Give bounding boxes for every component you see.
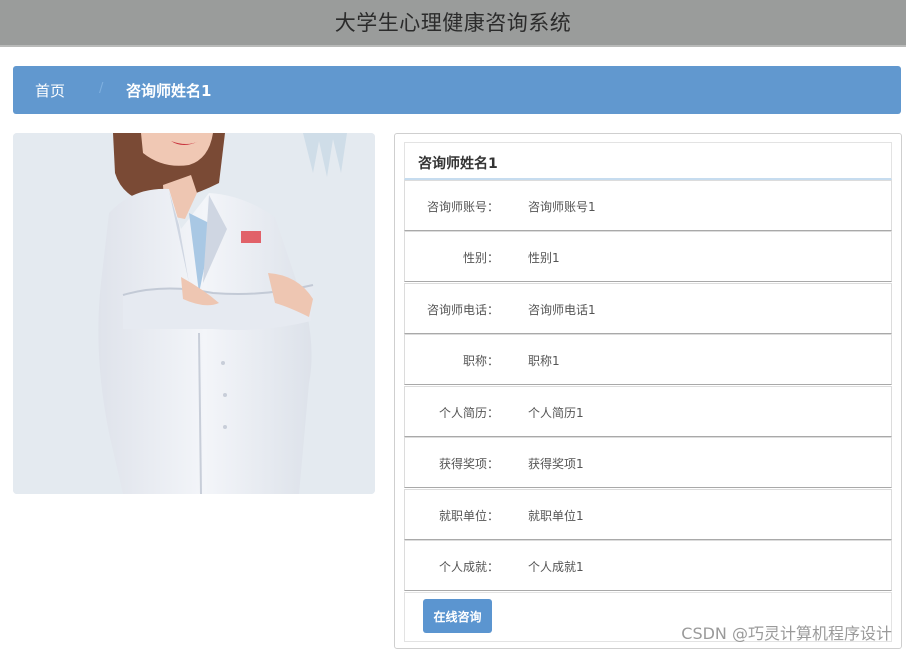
field-label: 获得奖项： bbox=[438, 457, 499, 471]
top-header: 大学生心理健康咨询系统 bbox=[0, 0, 906, 47]
watermark: CSDN @巧灵计算机程序设计 bbox=[681, 624, 892, 643]
counselor-photo bbox=[13, 133, 375, 494]
field-row-phone: 咨询师电话： 咨询师电话1 bbox=[404, 283, 892, 334]
field-row-gender: 性别： 性别1 bbox=[404, 231, 892, 282]
field-value: 个人简历1 bbox=[528, 406, 584, 420]
counselor-detail-panel: 咨询师姓名1 咨询师账号： 咨询师账号1 性别： 性别1 咨询师电话： 咨询师电… bbox=[394, 133, 902, 649]
field-value: 个人成就1 bbox=[528, 560, 584, 574]
field-row-awards: 获得奖项： 获得奖项1 bbox=[404, 437, 892, 488]
field-label: 咨询师账号： bbox=[426, 200, 499, 214]
field-value: 咨询师账号1 bbox=[528, 200, 596, 214]
field-row-account: 咨询师账号： 咨询师账号1 bbox=[404, 180, 892, 231]
field-value: 咨询师电话1 bbox=[528, 303, 596, 317]
field-value: 性别1 bbox=[528, 251, 560, 265]
field-row-achievements: 个人成就： 个人成就1 bbox=[404, 540, 892, 591]
field-row-resume: 个人简历： 个人简历1 bbox=[404, 386, 892, 437]
field-label: 个人成就： bbox=[438, 560, 499, 574]
field-row-title: 职称： 职称1 bbox=[404, 334, 892, 385]
field-label: 性别： bbox=[462, 251, 499, 265]
system-title: 大学生心理健康咨询系统 bbox=[334, 11, 572, 35]
field-label: 咨询师电话： bbox=[426, 303, 499, 317]
counselor-photo-illustration bbox=[13, 133, 375, 494]
field-row-employer: 就职单位： 就职单位1 bbox=[404, 489, 892, 540]
field-label: 职称： bbox=[462, 354, 499, 368]
field-value: 就职单位1 bbox=[528, 509, 584, 523]
field-label: 就职单位： bbox=[438, 509, 499, 523]
panel-header: 咨询师姓名1 bbox=[404, 142, 892, 180]
breadcrumb-home-link[interactable]: 首页 bbox=[35, 80, 65, 101]
breadcrumb-current: 咨询师姓名1 bbox=[126, 82, 212, 100]
field-value: 获得奖项1 bbox=[528, 457, 584, 471]
online-consult-button[interactable]: 在线咨询 bbox=[423, 599, 492, 633]
field-value: 职称1 bbox=[528, 354, 560, 368]
field-label: 个人简历： bbox=[438, 406, 499, 420]
breadcrumb-separator: / bbox=[99, 81, 104, 96]
counselor-name: 咨询师姓名1 bbox=[418, 156, 498, 172]
breadcrumb: 首页 / 咨询师姓名1 bbox=[13, 66, 901, 114]
